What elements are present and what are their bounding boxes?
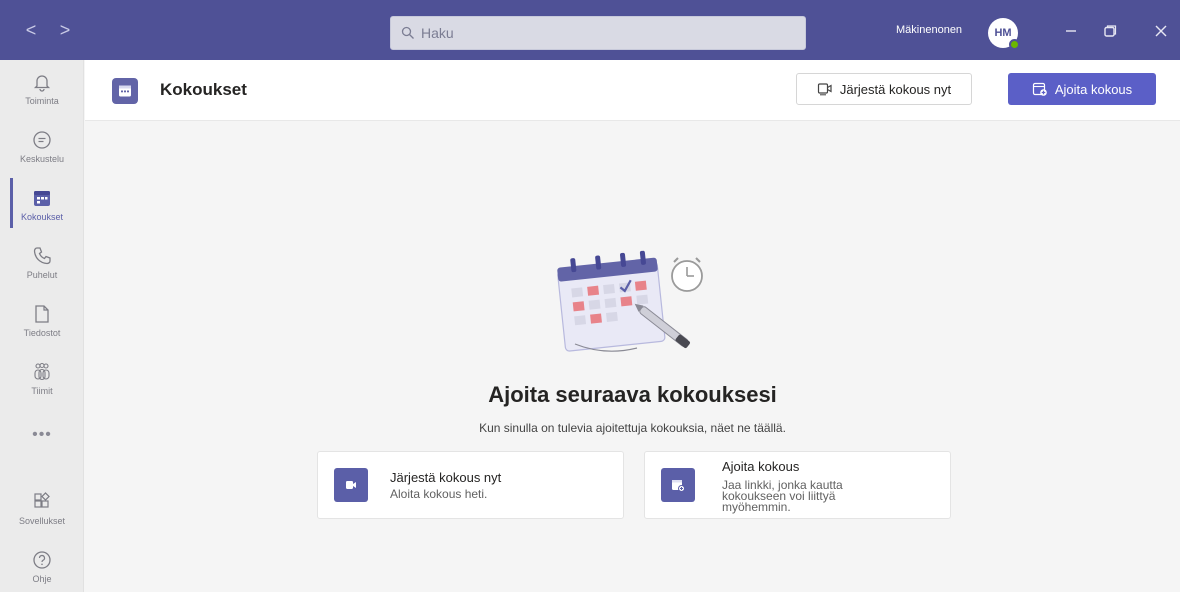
restore-icon	[1104, 25, 1117, 37]
rail-item-meetings[interactable]: Kokoukset	[0, 176, 84, 232]
teams-icon	[29, 360, 55, 384]
forward-button[interactable]: >	[56, 20, 74, 40]
page-title: Kokoukset	[160, 80, 247, 99]
rail-item-label: Toiminta	[25, 96, 59, 106]
nav-arrows: < >	[22, 20, 74, 40]
close-icon	[1155, 25, 1167, 37]
avatar[interactable]: HM	[988, 18, 1020, 50]
video-icon	[817, 83, 832, 96]
video-icon	[334, 468, 368, 502]
meet-now-button[interactable]: Järjestä kokous nyt	[796, 73, 972, 105]
card-title: Ajoita kokous	[722, 459, 800, 474]
page-header: Kokoukset Järjestä kokous nyt Ajoita kok…	[85, 60, 1180, 121]
search-icon	[401, 26, 414, 39]
user-name: Mäkinenonen	[896, 24, 963, 36]
file-icon	[29, 302, 55, 326]
restore-button[interactable]	[1097, 18, 1123, 44]
calendar-icon	[112, 78, 138, 104]
presence-status-icon	[1009, 39, 1020, 50]
calendar-clock-illustration	[557, 250, 703, 352]
phone-icon	[29, 244, 55, 268]
card-description-line: myöhemmin.	[722, 500, 791, 514]
rail-item-label: Kokoukset	[20, 212, 64, 222]
apps-icon	[29, 490, 55, 514]
search-placeholder: Haku	[421, 25, 454, 41]
rail-item-chat[interactable]: Keskustelu	[0, 118, 84, 174]
card-description: Aloita kokous heti.	[390, 487, 488, 501]
rail-item-activity[interactable]: Toiminta	[0, 60, 84, 116]
calendar-add-icon	[1032, 82, 1047, 96]
empty-state-subtitle: Kun sinulla on tulevia ajoitettuja kokou…	[479, 421, 786, 435]
schedule-meeting-label: Ajoita kokous	[1054, 81, 1133, 97]
empty-state-title: Ajoita seuraava kokouksesi	[488, 382, 777, 407]
rail-item-teams[interactable]: Tiimit	[0, 350, 84, 406]
minimize-button[interactable]	[1058, 18, 1084, 44]
meet-now-card[interactable]: Järjestä kokous nyt Aloita kokous heti.	[317, 451, 624, 519]
rail-item-label: Ohje	[32, 574, 52, 584]
schedule-meeting-card[interactable]: Ajoita kokous Jaa linkki, jonka kautta k…	[644, 451, 951, 519]
title-bar: < > Haku Mäkinenonen HM	[0, 0, 1180, 60]
minimize-icon	[1066, 30, 1076, 32]
help-icon	[29, 548, 55, 572]
bell-icon	[29, 70, 55, 94]
more-apps-button[interactable]: •••	[0, 426, 84, 444]
close-button[interactable]	[1148, 18, 1174, 44]
avatar-initials: HM	[994, 27, 1012, 39]
rail-item-files[interactable]: Tiedostot	[0, 292, 84, 348]
rail-item-calls[interactable]: Puhelut	[0, 234, 84, 290]
back-button[interactable]: <	[22, 20, 40, 40]
search-input[interactable]: Haku	[390, 16, 806, 50]
rail-item-apps[interactable]: Sovellukset	[0, 480, 84, 536]
rail-item-label: Tiedostot	[23, 328, 61, 338]
meet-now-label: Järjestä kokous nyt	[839, 81, 952, 97]
rail-item-label: Puhelut	[26, 270, 58, 280]
rail-item-label: Keskustelu	[19, 154, 65, 164]
chat-icon	[29, 128, 55, 152]
rail-item-label: Sovellukset	[18, 516, 66, 526]
app-rail: Toiminta Keskustelu Kokoukset Puhelut Ti…	[0, 60, 84, 592]
rail-item-label: Tiimit	[31, 386, 53, 396]
calendar-icon	[29, 186, 55, 210]
schedule-meeting-button[interactable]: Ajoita kokous	[1008, 73, 1156, 105]
calendar-add-icon	[661, 468, 695, 502]
rail-item-help[interactable]: Ohje	[0, 538, 84, 592]
card-title: Järjestä kokous nyt	[390, 470, 502, 485]
